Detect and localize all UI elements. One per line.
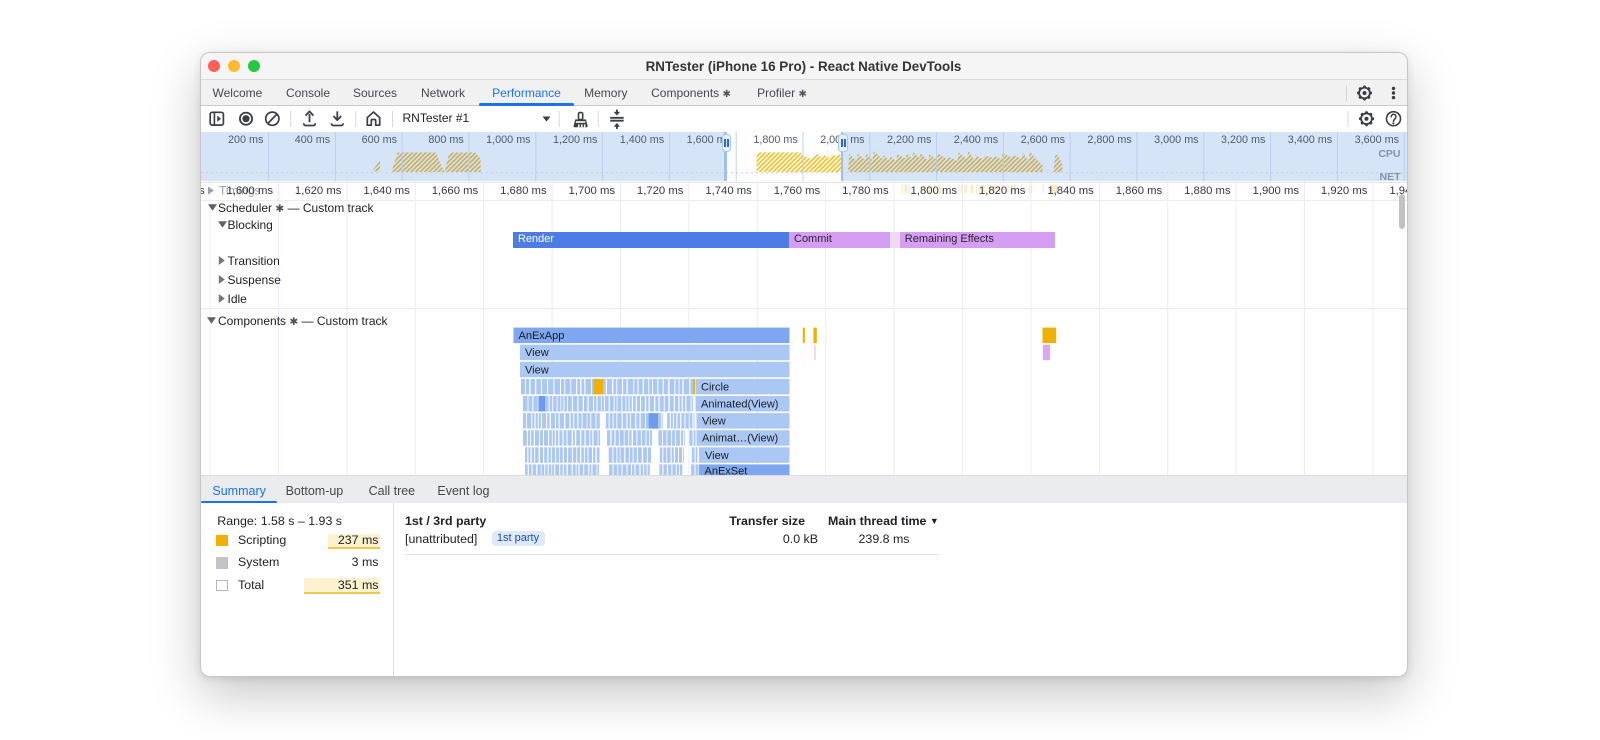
svg-text:AnExApp: AnExApp <box>518 330 564 342</box>
svg-text:View: View <box>702 416 726 428</box>
svg-text:Animat…(View): Animat…(View) <box>702 433 778 445</box>
svg-text:Circle: Circle <box>701 381 729 393</box>
svg-text:View: View <box>705 450 729 462</box>
svg-text:View: View <box>525 347 549 359</box>
svg-text:View: View <box>525 364 549 376</box>
svg-text:Animated(View): Animated(View) <box>701 399 778 411</box>
svg-text:AnExSet: AnExSet <box>704 466 747 475</box>
